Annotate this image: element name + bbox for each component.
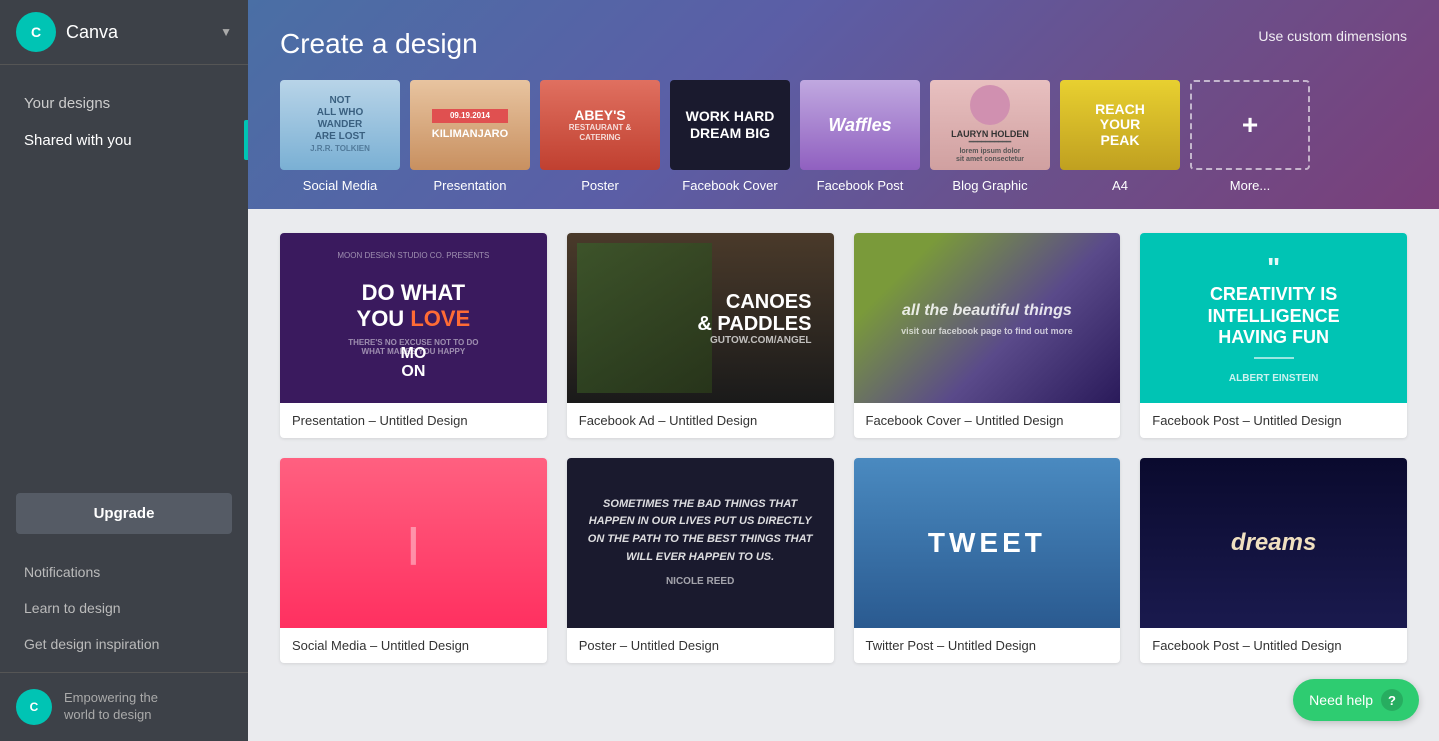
- dark-quote-card-label: Poster – Untitled Design: [567, 628, 834, 663]
- sidebar-item-shared-with-you[interactable]: Shared with you: [0, 122, 248, 159]
- poster-label: Poster: [581, 178, 619, 193]
- sidebar-nav: Your designs Shared with you: [0, 65, 248, 473]
- facebook-cover-card-label: Facebook Cover – Untitled Design: [854, 403, 1121, 438]
- sidebar-item-get-design-inspiration[interactable]: Get design inspiration: [0, 626, 248, 662]
- a4-thumb: REACHYOURPEAK: [1060, 80, 1180, 170]
- sidebar-bottom-links: Notifications Learn to design Get design…: [0, 554, 248, 672]
- presentation-card-thumb: MOON DESIGN STUDIO CO. PRESENTS DO WHATY…: [280, 233, 547, 403]
- design-type-poster[interactable]: ABEY'S RESTAURANT &CATERING Poster: [540, 80, 660, 193]
- design-type-presentation[interactable]: 09.19.2014 KILIMANJARO Presentation: [410, 80, 530, 193]
- design-type-blog-graphic[interactable]: LAURYN HOLDEN ━━━━━━━━━━lorem ipsum dolo…: [930, 80, 1050, 193]
- design-type-facebook-post[interactable]: Waffles Facebook Post: [800, 80, 920, 193]
- designs-grid: MOON DESIGN STUDIO CO. PRESENTS DO WHATY…: [280, 233, 1407, 663]
- poster-thumb: ABEY'S RESTAURANT &CATERING: [540, 80, 660, 170]
- dreams-card-label: Facebook Post – Untitled Design: [1140, 628, 1407, 663]
- design-type-a4[interactable]: REACHYOURPEAK A4: [1060, 80, 1180, 193]
- upgrade-button[interactable]: Upgrade: [16, 493, 232, 534]
- facebook-ad-card-thumb: CANOES& PADDLES GUTOW.COM/ANGEL: [567, 233, 834, 403]
- design-type-social-media[interactable]: NOTALL WHOWANDERARE LOSTJ.R.R. TOLKIEN S…: [280, 80, 400, 193]
- presentation-card-label: Presentation – Untitled Design: [280, 403, 547, 438]
- facebook-post-thumb: Waffles: [800, 80, 920, 170]
- design-card-facebook-post[interactable]: " CREATIVITY ISINTELLIGENCEHAVING FUN AL…: [1140, 233, 1407, 438]
- pink-card-thumb: |: [280, 458, 547, 628]
- a4-label: A4: [1112, 178, 1128, 193]
- presentation-thumb: 09.19.2014 KILIMANJARO: [410, 80, 530, 170]
- custom-dimensions-button[interactable]: Use custom dimensions: [1258, 28, 1407, 44]
- blog-graphic-label: Blog Graphic: [952, 178, 1027, 193]
- design-card-facebook-cover[interactable]: all the beautiful things visit our faceb…: [854, 233, 1121, 438]
- design-card-facebook-ad[interactable]: CANOES& PADDLES GUTOW.COM/ANGEL Facebook…: [567, 233, 834, 438]
- footer-canva-logo: C: [16, 689, 52, 725]
- facebook-post-card-thumb: " CREATIVITY ISINTELLIGENCEHAVING FUN AL…: [1140, 233, 1407, 403]
- page-title: Create a design: [280, 28, 1407, 60]
- presentation-label: Presentation: [434, 178, 507, 193]
- more-label: More...: [1230, 178, 1270, 193]
- facebook-cover-card-thumb: all the beautiful things visit our faceb…: [854, 233, 1121, 403]
- help-icon: ?: [1381, 689, 1403, 711]
- need-help-label: Need help: [1309, 692, 1373, 708]
- dreams-card-thumb: dreams: [1140, 458, 1407, 628]
- facebook-post-label: Facebook Post: [817, 178, 904, 193]
- social-media-label: Social Media: [303, 178, 377, 193]
- design-type-more[interactable]: + More...: [1190, 80, 1310, 193]
- design-types-row: NOTALL WHOWANDERARE LOSTJ.R.R. TOLKIEN S…: [280, 80, 1407, 209]
- canva-logo: C: [16, 12, 56, 52]
- sidebar: C Canva ▼ Your designs Shared with you U…: [0, 0, 248, 741]
- sidebar-header: C Canva ▼: [0, 0, 248, 64]
- dark-quote-card-thumb: SOMETIMES THE BAD THINGS THAT HAPPEN IN …: [567, 458, 834, 628]
- sidebar-item-your-designs[interactable]: Your designs: [0, 85, 248, 122]
- sidebar-item-learn-to-design[interactable]: Learn to design: [0, 590, 248, 626]
- designs-area: MOON DESIGN STUDIO CO. PRESENTS DO WHATY…: [248, 209, 1439, 741]
- more-thumb: +: [1190, 80, 1310, 170]
- pink-card-label: Social Media – Untitled Design: [280, 628, 547, 663]
- sidebar-item-notifications[interactable]: Notifications: [0, 554, 248, 590]
- design-card-presentation[interactable]: MOON DESIGN STUDIO CO. PRESENTS DO WHATY…: [280, 233, 547, 438]
- design-card-dreams[interactable]: dreams Facebook Post – Untitled Design: [1140, 458, 1407, 663]
- chevron-down-icon[interactable]: ▼: [220, 25, 232, 39]
- facebook-cover-label: Facebook Cover: [682, 178, 777, 193]
- sidebar-footer: C Empowering the world to design: [0, 672, 248, 741]
- top-banner: Create a design Use custom dimensions NO…: [248, 0, 1439, 209]
- design-card-pink[interactable]: | Social Media – Untitled Design: [280, 458, 547, 663]
- design-card-tweet[interactable]: TWEET Twitter Post – Untitled Design: [854, 458, 1121, 663]
- brand-name: Canva: [66, 22, 210, 43]
- tweet-card-label: Twitter Post – Untitled Design: [854, 628, 1121, 663]
- facebook-post-card-label: Facebook Post – Untitled Design: [1140, 403, 1407, 438]
- footer-text: Empowering the world to design: [64, 690, 158, 724]
- facebook-cover-thumb: WORK HARDDREAM BIG: [670, 80, 790, 170]
- need-help-button[interactable]: Need help ?: [1293, 679, 1419, 721]
- blog-graphic-thumb: LAURYN HOLDEN ━━━━━━━━━━lorem ipsum dolo…: [930, 80, 1050, 170]
- design-type-facebook-cover[interactable]: WORK HARDDREAM BIG Facebook Cover: [670, 80, 790, 193]
- tweet-card-thumb: TWEET: [854, 458, 1121, 628]
- facebook-ad-card-label: Facebook Ad – Untitled Design: [567, 403, 834, 438]
- design-card-dark-quote[interactable]: SOMETIMES THE BAD THINGS THAT HAPPEN IN …: [567, 458, 834, 663]
- social-media-thumb: NOTALL WHOWANDERARE LOSTJ.R.R. TOLKIEN: [280, 80, 400, 170]
- main-content: Create a design Use custom dimensions NO…: [248, 0, 1439, 741]
